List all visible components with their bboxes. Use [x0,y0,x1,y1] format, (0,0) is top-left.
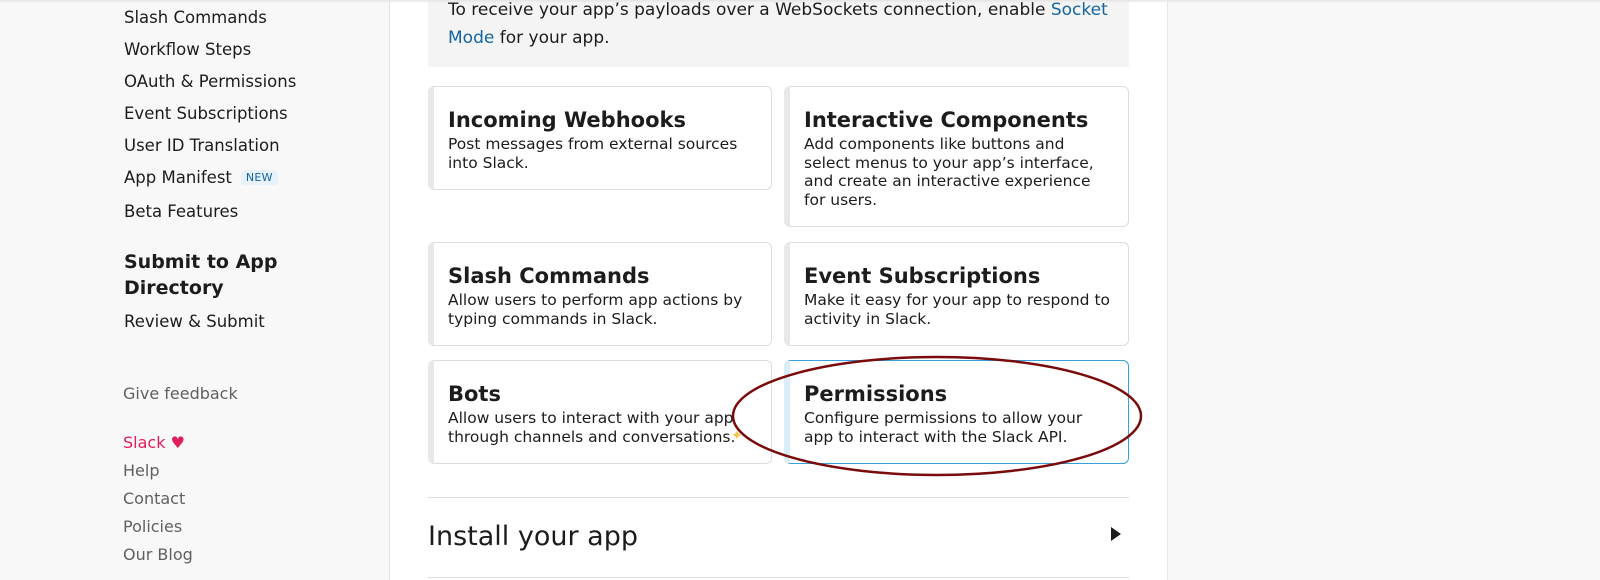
card-title: Slash Commands [448,264,650,288]
sidebar-item-event-subscriptions[interactable]: Event Subscriptions [124,104,288,123]
card-title: Bots [448,382,501,406]
card-description: Post messages from external sources into… [448,135,738,172]
card-title: Interactive Components [804,108,1089,132]
feature-card-permissions[interactable]: Permissions Configure permissions to all… [784,360,1129,464]
give-feedback-link[interactable]: Give feedback [123,384,238,403]
feature-card-event-subscriptions[interactable]: Event Subscriptions Make it easy for you… [784,242,1129,346]
sparkle-icon: ✦ [731,428,743,444]
feature-card-interactive-components[interactable]: Interactive Components Add components li… [784,86,1129,227]
top-shadow [0,0,1600,3]
card-title: Permissions [804,382,948,406]
sidebar-item-review-submit[interactable]: Review & Submit [124,312,265,331]
new-badge: NEW [240,170,278,185]
footer-slack-label: Slack [123,433,166,452]
socket-mode-notice: To receive your app’s payloads over a We… [428,0,1129,67]
sidebar-item-beta-features[interactable]: Beta Features [124,202,238,221]
card-description: Allow users to perform app actions by ty… [448,291,743,328]
sidebar-item-user-id-translation[interactable]: User ID Translation [124,136,280,155]
heart-icon: ♥ [170,433,185,452]
sidebar: Slash Commands Workflow Steps OAuth & Pe… [0,0,390,580]
footer-policies-link[interactable]: Policies [123,517,182,536]
feature-card-slash-commands[interactable]: Slash Commands Allow users to perform ap… [428,242,772,346]
card-description: Add components like buttons and select m… [804,135,1094,209]
sidebar-item-oauth-permissions[interactable]: OAuth & Permissions [124,72,296,91]
card-title: Event Subscriptions [804,264,1041,288]
sidebar-item-label: App Manifest [124,168,232,187]
footer-blog-link[interactable]: Our Blog [123,545,193,564]
notice-text: To receive your app’s payloads over a We… [448,0,1051,20]
feature-card-incoming-webhooks[interactable]: Incoming Webhooks Post messages from ext… [428,86,772,190]
card-description: Make it easy for your app to respond to … [804,291,1111,328]
sidebar-item-app-manifest[interactable]: App Manifest NEW [124,168,278,187]
card-title: Incoming Webhooks [448,108,686,132]
card-description: Allow users to interact with your app th… [448,409,736,446]
feature-card-bots[interactable]: Bots Allow users to interact with your a… [428,360,772,464]
install-app-title: Install your app [428,521,638,552]
caret-right-icon[interactable] [1108,524,1124,544]
notice-text-end: for your app. [494,28,610,48]
divider [428,577,1129,578]
footer-contact-link[interactable]: Contact [123,489,185,508]
divider [428,497,1129,498]
footer-slack-link[interactable]: Slack ♥ [123,433,185,452]
footer-help-link[interactable]: Help [123,461,159,480]
card-description: Configure permissions to allow your app … [804,409,1083,446]
right-gutter [1167,0,1600,580]
section-title-submit: Submit to App Directory [124,251,278,299]
sidebar-item-workflow-steps[interactable]: Workflow Steps [124,40,251,59]
sidebar-item-slash-commands[interactable]: Slash Commands [124,8,267,27]
